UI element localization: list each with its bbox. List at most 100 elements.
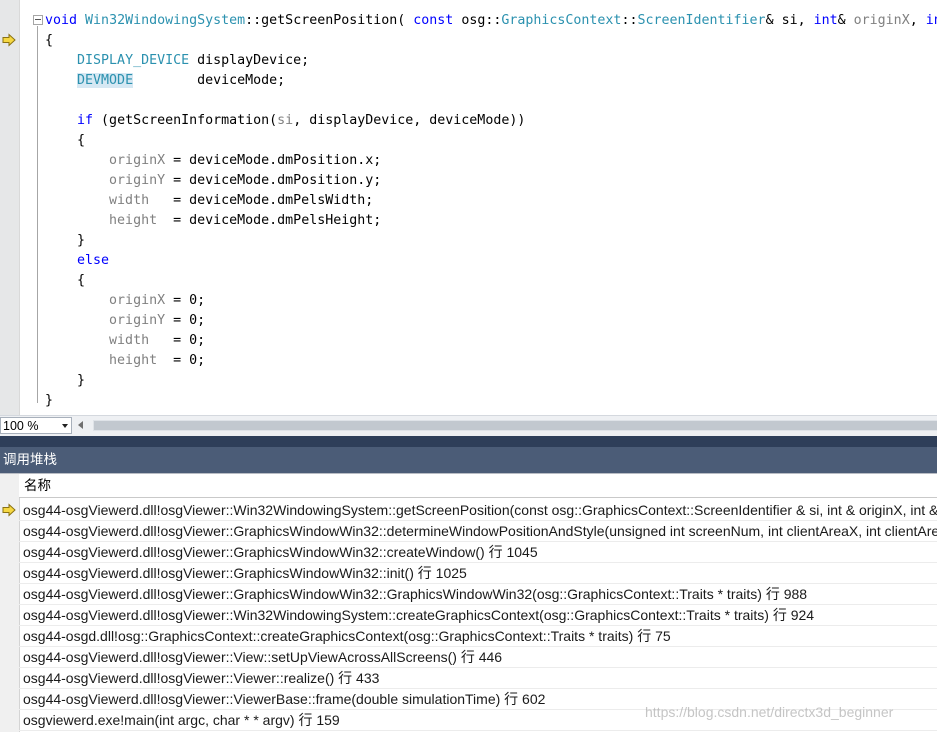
code-token: displayDevice; (189, 53, 310, 68)
outline-guide (37, 26, 38, 403)
code-token: } (45, 393, 54, 408)
indicator-margin[interactable] (0, 0, 20, 415)
code-token: originX (853, 13, 910, 28)
code-token: int (813, 13, 838, 28)
code-line[interactable]: } (45, 231, 85, 251)
current-statement-arrow-icon (2, 33, 16, 47)
call-stack-frame[interactable]: osg44-osgViewerd.dll!osgViewer::Graphics… (19, 563, 937, 584)
code-token: originY (109, 313, 166, 328)
code-token: width (109, 333, 150, 348)
call-stack-panel: 名称 osg44-osgViewerd.dll!osgViewer::Win32… (0, 473, 937, 732)
code-line[interactable]: } (45, 391, 53, 411)
code-token: & (837, 13, 854, 28)
code-token: ScreenIdentifier (637, 13, 766, 28)
chevron-down-icon (62, 424, 68, 428)
call-stack-frame[interactable]: osg44-osgViewerd.dll!osgViewer::Graphics… (19, 542, 937, 563)
code-token: { (45, 273, 86, 288)
code-token: } (45, 373, 86, 388)
call-stack-frame[interactable]: osg44-osgd.dll!osg::GraphicsContext::cre… (19, 626, 937, 647)
editor-status-bar: 100 % (0, 415, 937, 436)
code-token: , (909, 13, 926, 28)
code-line[interactable]: if (getScreenInformation(si, displayDevi… (45, 111, 525, 131)
code-token: void (45, 13, 78, 28)
pane-splitter[interactable] (0, 436, 937, 447)
code-token: si (277, 113, 294, 128)
code-token: } (45, 233, 86, 248)
code-line[interactable]: { (45, 31, 53, 51)
current-frame-arrow-icon (2, 503, 16, 517)
code-token: DISPLAY_DEVICE (77, 53, 190, 68)
horizontal-scrollbar-thumb[interactable] (94, 421, 937, 430)
code-line[interactable]: DEVMODE deviceMode; (45, 71, 285, 91)
code-line[interactable]: { (45, 271, 85, 291)
code-line[interactable]: DISPLAY_DEVICE displayDevice; (45, 51, 309, 71)
code-line[interactable]: else (45, 251, 109, 271)
code-token: deviceMode; (133, 73, 286, 88)
code-token: { (45, 133, 86, 148)
code-token: = 0; (165, 293, 206, 308)
code-line[interactable]: originY = deviceMode.dmPosition.y; (45, 171, 381, 191)
call-stack-frame[interactable]: osg44-osgViewerd.dll!osgViewer::Graphics… (19, 584, 937, 605)
code-line[interactable]: originX = 0; (45, 291, 205, 311)
code-token: = 0; (157, 353, 206, 368)
code-token: osg:: (453, 13, 502, 28)
code-line[interactable]: void Win32WindowingSystem::getScreenPosi… (45, 11, 937, 31)
code-token: :: (621, 13, 638, 28)
code-line[interactable]: originY = 0; (45, 311, 205, 331)
scroll-left-icon[interactable] (78, 421, 83, 429)
code-token: = deviceMode.dmPelsWidth; (149, 193, 374, 208)
code-line[interactable]: height = deviceMode.dmPelsHeight; (45, 211, 381, 231)
code-token: height (109, 213, 158, 228)
code-token: = deviceMode.dmPosition.x; (165, 153, 382, 168)
code-token: originY (109, 173, 166, 188)
code-token: width (109, 193, 150, 208)
collapse-outline-icon[interactable] (33, 15, 43, 25)
zoom-dropdown[interactable]: 100 % (0, 417, 72, 434)
code-token: { (45, 33, 54, 48)
code-token: = 0; (165, 313, 206, 328)
code-token: const (413, 13, 454, 28)
code-token: & si, (765, 13, 814, 28)
code-token: int (925, 13, 937, 28)
code-line[interactable]: width = 0; (45, 331, 205, 351)
code-line[interactable]: } (45, 371, 85, 391)
call-stack-frame[interactable]: osg44-osgViewerd.dll!osgViewer::Graphics… (19, 521, 937, 542)
call-stack-frame[interactable]: osg44-osgViewerd.dll!osgViewer::Viewer::… (19, 668, 937, 689)
code-token: ::getScreenPosition( (245, 13, 414, 28)
call-stack-frame[interactable]: osg44-osgViewerd.dll!osgViewer::View::se… (19, 647, 937, 668)
code-token: , displayDevice, deviceMode)) (293, 113, 526, 128)
call-stack-frame[interactable]: osg44-osgViewerd.dll!osgViewer::Win32Win… (19, 605, 937, 626)
call-stack-frame[interactable]: osg44-osgViewerd.dll!osgViewer::Win32Win… (19, 500, 937, 521)
column-header-name[interactable]: 名称 (19, 474, 937, 498)
code-token: = deviceMode.dmPosition.y; (165, 173, 382, 188)
code-line[interactable]: originX = deviceMode.dmPosition.x; (45, 151, 381, 171)
code-token: if (77, 113, 94, 128)
code-token: originX (109, 153, 166, 168)
code-line[interactable]: height = 0; (45, 351, 205, 371)
call-stack-margin (0, 474, 20, 732)
code-token: = deviceMode.dmPelsHeight; (157, 213, 382, 228)
code-token: (getScreenInformation( (93, 113, 278, 128)
code-token: Win32WindowingSystem (85, 13, 246, 28)
code-editor[interactable]: void Win32WindowingSystem::getScreenPosi… (0, 0, 937, 415)
code-token: height (109, 353, 158, 368)
code-token: GraphicsContext (501, 13, 622, 28)
code-token: DEVMODE (77, 73, 134, 88)
code-line[interactable]: { (45, 131, 85, 151)
watermark: https://blog.csdn.net/directx3d_beginner (645, 704, 894, 720)
code-line[interactable]: width = deviceMode.dmPelsWidth; (45, 191, 373, 211)
code-token: originX (109, 293, 166, 308)
